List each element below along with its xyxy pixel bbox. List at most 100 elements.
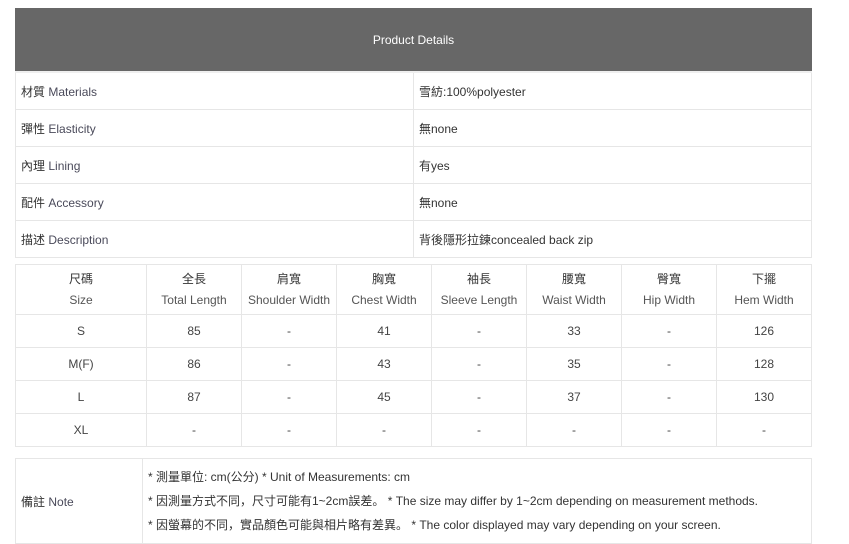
- details-row-materials: 材質 Materials 雪紡:100%polyester: [15, 71, 812, 110]
- note-line: * 測量單位: cm(公分) * Unit of Measurements: c…: [148, 470, 411, 484]
- header-zh: 全長: [181, 271, 206, 286]
- size-value-cell: -: [146, 413, 242, 447]
- label-zh: 內理: [21, 158, 46, 173]
- details-label: 彈性 Elasticity: [15, 109, 414, 147]
- size-label-cell: M(F): [15, 347, 147, 381]
- size-value-cell: 41: [336, 314, 432, 348]
- header-zh: 臀寬: [656, 271, 681, 286]
- size-row: M(F) 86-43-35-128: [15, 347, 812, 381]
- size-column-header: 腰寬 Waist Width: [526, 264, 622, 315]
- label-en: Accessory: [48, 195, 104, 210]
- note-table: 備註 Note * 測量單位: cm(公分) * Unit of Measure…: [15, 458, 812, 544]
- details-value: 無none: [413, 183, 812, 221]
- size-label-cell: L: [15, 380, 147, 414]
- size-label-cell: S: [15, 314, 147, 348]
- size-value-cell: -: [431, 314, 527, 348]
- size-chart-body: S 85-41-33-126 M(F) 86-43-35-128 L 87-45-37-1…: [15, 314, 812, 447]
- size-value-cell: 86: [146, 347, 242, 381]
- product-details-table: Product Details 材質 Materials 雪紡:100%poly…: [15, 8, 812, 258]
- size-column-header: 胸寬 Chest Width: [336, 264, 432, 315]
- label-zh: 備註: [21, 494, 46, 509]
- size-value-cell: 85: [146, 314, 242, 348]
- header-en: Sleeve Length: [440, 292, 518, 307]
- label-en: Lining: [48, 158, 81, 173]
- size-row: S 85-41-33-126: [15, 314, 812, 348]
- size-header-row: 尺碼 Size 全長 Total Length 肩寬 Shoulder Width 胸寬 Ch…: [15, 264, 812, 315]
- size-value-cell: -: [241, 380, 337, 414]
- note-label: 備註 Note: [15, 458, 143, 544]
- size-value-cell: 45: [336, 380, 432, 414]
- label-en: Elasticity: [48, 121, 96, 136]
- header-en: Hip Width: [642, 292, 695, 307]
- details-value: 背後隱形拉鍊concealed back zip: [413, 220, 812, 258]
- size-column-header: 臀寬 Hip Width: [621, 264, 717, 315]
- size-value-cell: -: [431, 347, 527, 381]
- size-value-cell: 37: [526, 380, 622, 414]
- size-column-header: 尺碼 Size: [15, 264, 147, 315]
- details-label: 配件 Accessory: [15, 183, 414, 221]
- size-column-header: 肩寬 Shoulder Width: [241, 264, 337, 315]
- header-en: Hem Width: [734, 292, 794, 307]
- size-value-cell: -: [241, 413, 337, 447]
- size-value-cell: 126: [716, 314, 812, 348]
- size-value-cell: -: [336, 413, 432, 447]
- size-value-cell: -: [621, 380, 717, 414]
- header-zh: 袖長: [466, 271, 491, 286]
- header-zh: 尺碼: [68, 271, 93, 286]
- size-value-cell: -: [526, 413, 622, 447]
- size-value-cell: -: [431, 380, 527, 414]
- size-row: XL - - - - - - -: [15, 413, 812, 447]
- details-row-description: 描述 Description 背後隱形拉鍊concealed back zip: [15, 220, 812, 258]
- header-zh: 腰寬: [561, 271, 586, 286]
- details-row-lining: 內理 Lining 有yes: [15, 146, 812, 184]
- size-column-header: 袖長 Sleeve Length: [431, 264, 527, 315]
- size-value-cell: 128: [716, 347, 812, 381]
- size-chart-table: 尺碼 Size 全長 Total Length 肩寬 Shoulder Width 胸寬 Ch…: [15, 264, 812, 447]
- note-line: * 因測量方式不同，尺寸可能有1~2cm誤差。 * The size may d…: [148, 494, 759, 508]
- size-value-cell: -: [621, 413, 717, 447]
- size-value-cell: 87: [146, 380, 242, 414]
- details-label: 材質 Materials: [15, 71, 414, 110]
- details-label: 描述 Description: [15, 220, 414, 258]
- header-en: Size: [69, 292, 93, 307]
- size-value-cell: -: [621, 314, 717, 348]
- header-zh: 下擺: [751, 271, 776, 286]
- header-en: Total Length: [161, 292, 227, 307]
- label-en: Note: [48, 494, 74, 509]
- size-value-cell: -: [431, 413, 527, 447]
- size-value-cell: -: [621, 347, 717, 381]
- label-zh: 彈性: [21, 121, 46, 136]
- size-column-header: 下擺 Hem Width: [716, 264, 812, 315]
- details-value: 有yes: [413, 146, 812, 184]
- label-zh: 配件: [21, 195, 46, 210]
- details-label: 內理 Lining: [15, 146, 414, 184]
- size-value-cell: 130: [716, 380, 812, 414]
- details-row-accessory: 配件 Accessory 無none: [15, 183, 812, 221]
- header-zh: 肩寬: [276, 271, 301, 286]
- details-row-elasticity: 彈性 Elasticity 無none: [15, 109, 812, 147]
- header-zh: 胸寬: [371, 271, 396, 286]
- size-row: L 87-45-37-130: [15, 380, 812, 414]
- note-line: * 因螢幕的不同，實品顏色可能與相片略有差異。 * The color disp…: [148, 518, 721, 532]
- size-value-cell: -: [241, 347, 337, 381]
- label-zh: 描述: [21, 232, 46, 247]
- label-zh: 材質: [21, 84, 46, 99]
- label-en: Materials: [48, 84, 98, 99]
- header-en: Waist Width: [542, 292, 606, 307]
- note-content: * 測量單位: cm(公分) * Unit of Measurements: c…: [142, 458, 812, 544]
- details-header-row: Product Details: [15, 8, 812, 73]
- header-en: Chest Width: [351, 292, 417, 307]
- label-en: Description: [48, 232, 109, 247]
- size-value-cell: 43: [336, 347, 432, 381]
- size-column-header: 全長 Total Length: [146, 264, 242, 315]
- size-label-cell: XL: [15, 413, 147, 447]
- size-value-cell: 35: [526, 347, 622, 381]
- header-en: Shoulder Width: [247, 292, 331, 307]
- note-row: 備註 Note * 測量單位: cm(公分) * Unit of Measure…: [15, 458, 812, 544]
- details-title: Product Details: [15, 8, 812, 73]
- size-value-cell: -: [716, 413, 812, 447]
- size-value-cell: -: [241, 314, 337, 348]
- size-value-cell: 33: [526, 314, 622, 348]
- details-value: 無none: [413, 109, 812, 147]
- details-value: 雪紡:100%polyester: [413, 71, 812, 110]
